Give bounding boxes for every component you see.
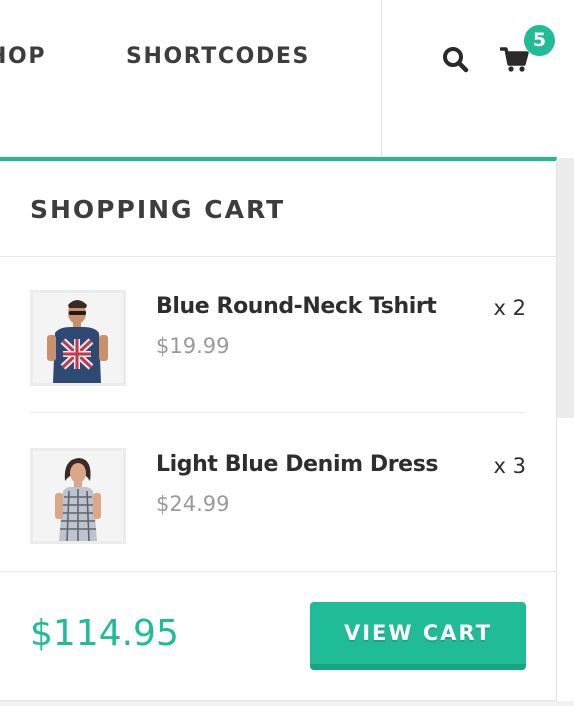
side-strip — [557, 158, 574, 418]
search-icon — [443, 47, 469, 73]
cart-count-badge: 5 — [524, 25, 555, 56]
cart-title: SHOPPING CART — [30, 195, 286, 224]
cart-total: $114.95 — [30, 613, 179, 654]
product-price: $24.99 — [156, 492, 230, 516]
nav-divider — [381, 0, 382, 158]
nav-link-shop[interactable]: HOP — [0, 42, 46, 72]
product-price: $19.99 — [156, 334, 230, 358]
tshirt-product-image — [33, 293, 123, 383]
cart-item: Blue Round-Neck Tshirt $19.99 x 2 — [30, 286, 526, 386]
search-button[interactable] — [440, 44, 472, 76]
divider — [30, 412, 526, 413]
cart-dropdown: SHOPPING CART Blue Round-Neck Tshirt $19… — [0, 157, 557, 701]
cart-item: Light Blue Denim Dress $24.99 x 3 — [30, 444, 526, 544]
page-below-strip — [0, 701, 574, 706]
product-quantity: x 2 — [493, 296, 526, 320]
nav-link-shortcodes[interactable]: SHORTCODES — [126, 42, 310, 72]
dress-product-image — [33, 451, 123, 541]
divider — [0, 256, 556, 257]
product-thumbnail[interactable] — [30, 290, 126, 386]
view-cart-button[interactable]: VIEW CART — [310, 602, 526, 670]
product-name[interactable]: Blue Round-Neck Tshirt — [156, 294, 437, 319]
product-quantity: x 3 — [493, 454, 526, 478]
product-name[interactable]: Light Blue Denim Dress — [156, 452, 438, 477]
divider — [0, 571, 556, 572]
product-thumbnail[interactable] — [30, 448, 126, 544]
